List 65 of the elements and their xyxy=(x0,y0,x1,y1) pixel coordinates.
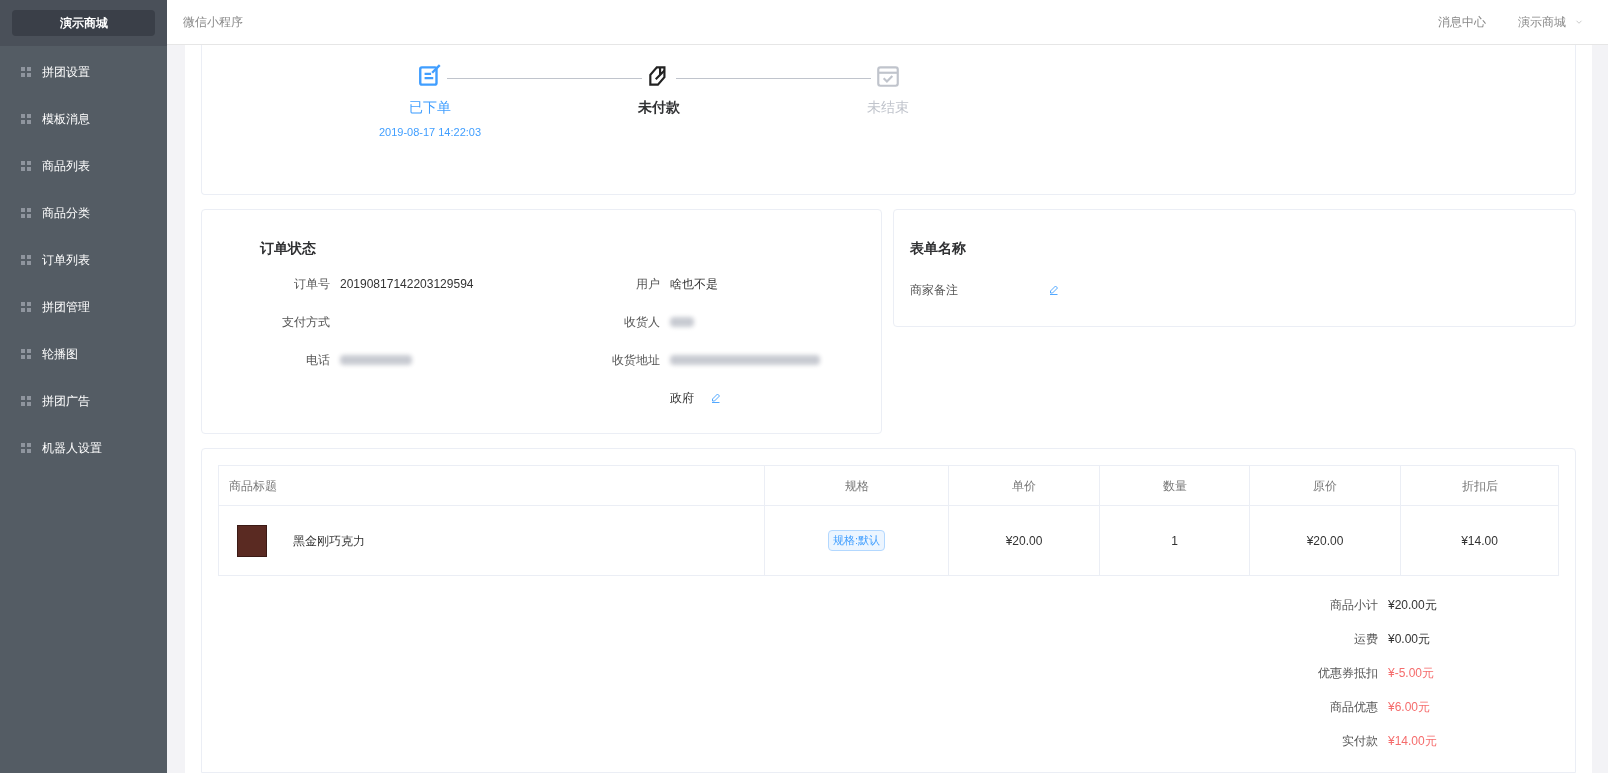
grid-icon xyxy=(20,112,32,125)
grid-icon xyxy=(20,253,32,266)
column-header: 折扣后 xyxy=(1400,465,1559,506)
sidebar-item[interactable]: 模板消息 xyxy=(0,95,167,142)
edit-icon[interactable] xyxy=(710,392,722,404)
sidebar-item[interactable]: 轮播图 xyxy=(0,330,167,377)
product-photo xyxy=(237,524,267,557)
sidebar-item[interactable]: 商品分类 xyxy=(0,189,167,236)
sidebar-item[interactable]: 机器人设置 xyxy=(0,424,167,471)
field-value: 啥也不是 xyxy=(670,276,718,293)
grid-icon xyxy=(20,347,32,360)
column-header: 商品标题 xyxy=(218,465,765,506)
step-label: 未结束 xyxy=(867,98,909,117)
grid-icon xyxy=(20,394,32,407)
spec-tag: 规格:默认 xyxy=(827,530,886,551)
summary-label: 实付款 xyxy=(1341,733,1378,750)
field-label: 支付方式 xyxy=(281,314,330,331)
grid-icon xyxy=(20,65,32,78)
field-label: 用户 xyxy=(635,276,660,293)
step-time: 2019-08-17 14:22:03 xyxy=(378,125,482,140)
summary-value: ¥14.00元 xyxy=(1388,733,1437,750)
sidebar-item[interactable]: 拼团管理 xyxy=(0,283,167,330)
header-link[interactable]: 消息中心 xyxy=(1438,13,1486,31)
summary-label: 商品小计 xyxy=(1329,597,1378,614)
table-cell: ¥14.00 xyxy=(1400,505,1559,576)
field-value: 政府 xyxy=(670,390,694,407)
grid-icon xyxy=(20,441,32,454)
column-header: 数量 xyxy=(1099,465,1250,506)
summary-value: ¥0.00元 xyxy=(1388,631,1431,648)
grid-icon xyxy=(20,159,32,172)
column-header: 原价 xyxy=(1249,465,1401,506)
section-title: 订单状态 xyxy=(260,239,317,258)
sidebar-item[interactable]: 拼团设置 xyxy=(0,48,167,95)
product-title: 黑金刚巧克力 xyxy=(293,532,365,550)
table-cell: 1 xyxy=(1099,505,1250,576)
table-cell: ¥20.00 xyxy=(948,505,1100,576)
summary-label: 优惠券抵扣 xyxy=(1317,665,1378,682)
app-title: 微信小程序 xyxy=(183,14,243,31)
edit-icon[interactable] xyxy=(1048,284,1060,296)
brand-logo[interactable]: 演示商城 xyxy=(12,10,155,36)
summary-value: ¥6.00元 xyxy=(1388,699,1431,716)
account-menu[interactable]: 演示商城 xyxy=(1518,13,1584,31)
section-title: 表单名称 xyxy=(910,239,967,258)
step-label: 未付款 xyxy=(638,98,680,117)
column-header: 规格 xyxy=(764,465,949,506)
field-label: 商家备注 xyxy=(910,282,959,299)
field-label: 收货人 xyxy=(623,314,660,331)
sidebar-item[interactable]: 拼团广告 xyxy=(0,377,167,424)
grid-icon xyxy=(20,206,32,219)
edit-note-icon xyxy=(417,63,443,89)
column-header: 单价 xyxy=(948,465,1100,506)
field-label: 订单号 xyxy=(293,276,330,293)
field-label: 电话 xyxy=(305,352,330,369)
field-label: 收货地址 xyxy=(611,352,660,369)
summary-label: 运费 xyxy=(1353,631,1378,648)
table-cell: ¥20.00 xyxy=(1249,505,1401,576)
sidebar-item[interactable]: 商品列表 xyxy=(0,142,167,189)
sidebar-item[interactable]: 订单列表 xyxy=(0,236,167,283)
field-value: 20190817142203129594 xyxy=(340,276,474,293)
grid-icon xyxy=(20,300,32,313)
summary-value: ¥20.00元 xyxy=(1388,597,1437,614)
step-label: 已下单 xyxy=(409,98,451,117)
summary-value: ¥-5.00元 xyxy=(1388,665,1435,682)
checkbox-icon xyxy=(875,63,901,89)
summary-label: 商品优惠 xyxy=(1329,699,1378,716)
